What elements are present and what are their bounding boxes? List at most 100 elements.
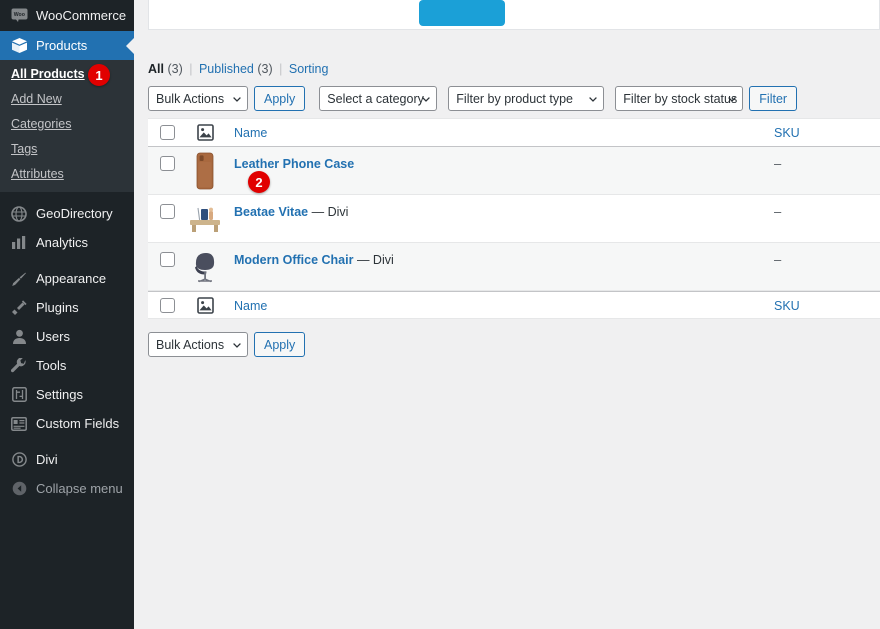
name-column-sort-link[interactable]: Name [234,126,267,140]
sidebar-item-divi[interactable]: Divi [0,445,134,474]
admin-sidebar: Woo WooCommerce Products All Products Ad… [0,0,134,629]
table-header-row: Name SKU [148,119,880,147]
sidebar-item-geodirectory[interactable]: GeoDirectory [0,199,134,228]
image-placeholder-icon [186,286,224,324]
category-filter-select[interactable]: Select a category [319,86,438,111]
sidebar-item-analytics[interactable]: Analytics [0,228,134,257]
bulk-actions-select-bottom[interactable]: Bulk Actions [148,332,248,357]
divi-icon [9,450,29,470]
row-select-cell [148,195,186,219]
office-chair-thumbnail [186,248,224,286]
woocommerce-icon: Woo [9,6,29,26]
select-all-checkbox-bottom[interactable] [159,297,175,313]
image-placeholder-icon [186,114,224,152]
paintbrush-icon [9,269,29,289]
tablenav-top: Bulk Actions Apply Select a category Fil… [148,86,798,111]
sku-column-sort-link-bottom[interactable]: SKU [774,299,800,313]
product-link[interactable]: Modern Office Chair [234,253,353,267]
name-column-footer: Name [234,298,774,313]
annotation-marker-1: 1 [88,64,110,86]
view-count-all: (3) [167,62,183,76]
products-list-table: Name SKU Leather Phone Case – Beatae Vit… [148,118,880,319]
submenu-item-attributes[interactable]: Attributes [0,162,134,187]
sidebar-item-label: Tools [36,358,67,373]
view-link-sorting[interactable]: Sorting [289,62,329,76]
sliders-icon [9,385,29,405]
submenu-item-categories[interactable]: Categories [0,112,134,137]
row-sku-cell: – [774,252,782,267]
sidebar-item-label: Appearance [36,271,107,286]
views-separator: | [189,62,193,76]
wrench-icon [9,356,29,376]
products-box-icon [9,36,29,56]
sidebar-item-appearance[interactable]: Appearance [0,264,134,293]
svg-text:Woo: Woo [13,12,24,18]
sidebar-item-label: GeoDirectory [36,206,113,221]
sidebar-item-label: Divi [36,452,58,467]
sidebar-item-woocommerce[interactable]: Woo WooCommerce [0,0,134,31]
product-type-filter-label: Filter by product type [456,91,573,106]
sidebar-item-plugins[interactable]: Plugins [0,293,134,322]
name-column-header: Name [234,125,774,140]
top-promo-panel [148,0,880,30]
submenu-item-all-products[interactable]: All Products [0,62,134,87]
apply-button-bottom[interactable]: Apply [254,332,306,357]
views-filter-links: All (3) | Published (3) | Sorting [148,62,328,76]
product-type-filter-select[interactable]: Filter by product type [448,86,605,111]
promo-cta-button[interactable] [419,0,505,26]
leather-phone-case-thumbnail [186,152,224,190]
chevron-down-icon [422,96,431,102]
product-link[interactable]: Beatae Vitae [234,205,308,219]
bulk-actions-label: Bulk Actions [156,337,225,352]
sku-column-sort-link[interactable]: SKU [774,126,800,140]
sidebar-item-tools[interactable]: Tools [0,351,134,380]
sidebar-item-label: Plugins [36,300,79,315]
chevron-down-icon [589,96,598,102]
filter-button[interactable]: Filter [749,86,798,111]
select-all-cell [148,125,186,140]
row-checkbox[interactable] [159,252,175,267]
apply-label: Apply [264,91,296,106]
row-checkbox[interactable] [159,204,175,219]
submenu-item-add-new[interactable]: Add New [0,87,134,112]
menu-separator [0,257,134,264]
view-link-all[interactable]: All [148,62,164,76]
row-select-cell [148,243,186,267]
product-suffix: — Divi [353,253,394,267]
category-filter-label: Select a category [327,91,424,106]
custom-fields-icon [9,414,29,434]
row-thumbnail-cell [186,195,234,238]
sidebar-item-products[interactable]: Products [0,31,134,60]
sidebar-item-label: Analytics [36,235,89,250]
globe-icon [9,204,29,224]
menu-separator [0,438,134,445]
sku-column-header: SKU [774,125,880,140]
annotation-marker-2: 2 [248,171,270,193]
select-all-checkbox-top[interactable] [159,125,175,140]
sku-column-footer: SKU [774,298,880,313]
product-suffix: — Divi [308,205,349,219]
table-row: Modern Office Chair — Divi – [148,243,880,291]
row-sku-cell: – [774,204,782,219]
sidebar-item-label: Users [36,329,70,344]
plug-icon [9,298,29,318]
product-link[interactable]: Leather Phone Case [234,157,354,171]
apply-button-top[interactable]: Apply [254,86,306,111]
table-row: Beatae Vitae — Divi – [148,195,880,243]
row-checkbox[interactable] [159,156,175,171]
sidebar-item-custom-fields[interactable]: Custom Fields [0,409,134,438]
row-thumbnail-cell [186,147,234,190]
row-name-cell: Leather Phone Case [234,147,774,171]
sidebar-item-users[interactable]: Users [0,322,134,351]
submenu-item-tags[interactable]: Tags [0,137,134,162]
bulk-actions-label: Bulk Actions [156,91,225,106]
stock-status-filter-select[interactable]: Filter by stock status [615,86,744,111]
sidebar-item-settings[interactable]: Settings [0,380,134,409]
sidebar-item-collapse-menu[interactable]: Collapse menu [0,474,134,503]
collapse-arrow-icon [9,479,29,499]
products-submenu: All Products Add New Categories Tags Att… [0,60,134,192]
chevron-down-icon [233,342,241,348]
view-link-published[interactable]: Published [199,62,254,76]
bulk-actions-select-top[interactable]: Bulk Actions [148,86,248,111]
name-column-sort-link-bottom[interactable]: Name [234,299,267,313]
